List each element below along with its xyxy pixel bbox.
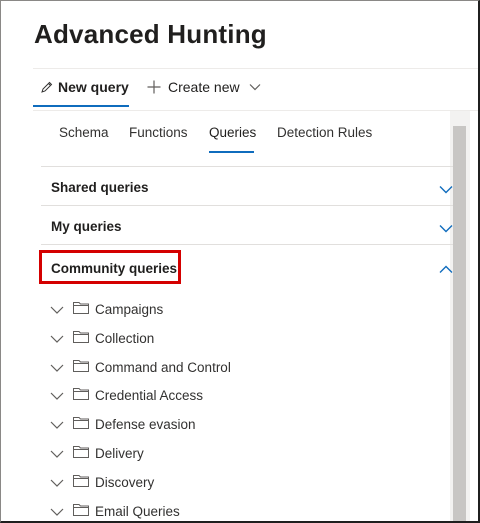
folder-label: Collection [95, 330, 155, 346]
folder-label: Campaigns [95, 301, 164, 317]
folder-label: Email Queries [95, 503, 180, 519]
chevron-down-icon [50, 417, 64, 432]
section-label: My queries [51, 219, 122, 234]
chevron-down-icon [50, 446, 64, 461]
create-new-label: Create new [168, 79, 240, 95]
folder-label: Command and Control [95, 359, 231, 375]
chevron-up-icon [439, 261, 453, 279]
chevron-down-icon [439, 220, 453, 238]
chevron-down-icon [50, 360, 64, 375]
section-shared-queries[interactable]: Shared queries [41, 166, 453, 205]
folder-item-credential-access[interactable]: Credential Access [50, 382, 203, 408]
folder-icon [73, 301, 89, 317]
folder-item-email-queries[interactable]: Email Queries [50, 498, 180, 521]
folder-icon [73, 416, 89, 432]
queries-tab-indicator [209, 151, 254, 153]
chevron-down-icon [50, 302, 64, 317]
folder-item-campaigns[interactable]: Campaigns [50, 296, 163, 322]
tab-queries[interactable]: Queries [209, 125, 256, 140]
chevron-down-icon [439, 181, 453, 199]
page-title: Advanced Hunting [34, 19, 267, 49]
folder-item-defense-evasion[interactable]: Defense evasion [50, 411, 196, 437]
folder-label: Delivery [95, 445, 144, 461]
folder-icon [73, 474, 89, 490]
folder-label: Defense evasion [95, 416, 196, 432]
folder-icon [73, 445, 89, 461]
folder-item-command-and-control[interactable]: Command and Control [50, 354, 231, 380]
folder-icon [73, 503, 89, 519]
folder-item-discovery[interactable]: Discovery [50, 469, 154, 495]
folder-icon [73, 359, 89, 375]
new-query-active-indicator [33, 105, 129, 107]
folder-item-delivery[interactable]: Delivery [50, 440, 144, 466]
tab-functions[interactable]: Functions [129, 125, 188, 140]
commandbar-divider [33, 110, 478, 111]
tab-schema[interactable]: Schema [59, 125, 109, 140]
folder-label: Credential Access [95, 387, 204, 403]
folder-item-collection[interactable]: Collection [50, 325, 154, 351]
section-my-queries[interactable]: My queries [41, 205, 453, 244]
new-query-label: New query [58, 79, 129, 95]
chevron-down-icon [50, 388, 64, 403]
highlight-box [39, 250, 181, 284]
create-new-button[interactable]: Create new [147, 79, 261, 95]
advanced-hunting-panel: Advanced Hunting New query Create new Sc… [0, 0, 480, 523]
scrollbar-thumb[interactable] [453, 126, 466, 521]
tab-detection-rules[interactable]: Detection Rules [277, 125, 372, 140]
new-query-button[interactable]: New query [41, 79, 129, 95]
title-divider [33, 68, 478, 69]
edit-icon [41, 81, 53, 93]
chevron-down-icon [50, 331, 64, 346]
folder-icon [73, 330, 89, 346]
plus-icon [147, 80, 161, 94]
chevron-down-icon [249, 83, 261, 91]
folder-icon [73, 387, 89, 403]
chevron-down-icon [50, 475, 64, 490]
chevron-down-icon [50, 504, 64, 519]
folder-label: Discovery [95, 474, 155, 490]
section-label: Shared queries [51, 180, 149, 195]
